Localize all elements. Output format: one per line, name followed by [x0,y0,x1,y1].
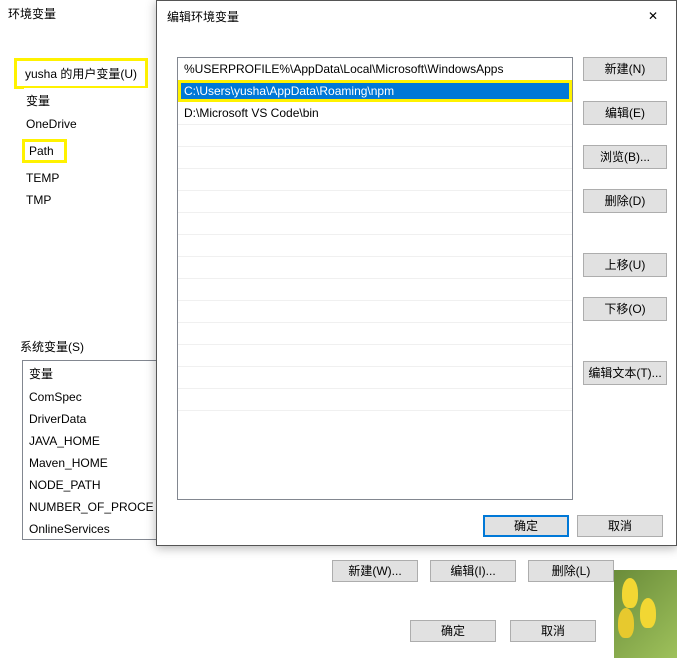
browse-button[interactable]: 浏览(B)... [583,145,667,169]
sys-delete-button[interactable]: 删除(L) [528,560,614,582]
child-titlebar[interactable]: 编辑环境变量 ✕ [157,1,676,31]
user-var-item[interactable]: TMP [24,189,154,211]
desktop-photo-fragment [614,570,677,658]
edit-text-button[interactable]: 编辑文本(T)... [583,361,667,385]
user-var-item[interactable]: OneDrive [24,113,154,135]
empty-row[interactable] [178,124,572,146]
ok-button[interactable]: 确定 [483,515,569,537]
empty-row[interactable] [178,300,572,322]
close-icon: ✕ [648,9,658,23]
close-button[interactable]: ✕ [630,1,676,31]
user-vars-header-col: 变量 [24,88,154,113]
highlighted-path-label: Path [22,139,67,163]
empty-row[interactable] [178,212,572,234]
cancel-button[interactable]: 取消 [577,515,663,537]
sys-new-button[interactable]: 新建(W)... [332,560,418,582]
empty-row[interactable] [178,344,572,366]
user-vars-section-label: yusha 的用户变量(U) [14,58,148,89]
user-var-item-path[interactable]: Path [24,135,154,167]
parent-ok-button[interactable]: 确定 [410,620,496,642]
sys-var-button-row: 新建(W)... 编辑(I)... 删除(L) [332,560,614,582]
path-entry-row-selected[interactable]: C:\Users\yusha\AppData\Roaming\npm [178,80,572,102]
empty-row[interactable] [178,322,572,344]
child-ok-cancel-row: 确定 取消 [483,515,663,537]
user-var-item[interactable]: TEMP [24,167,154,189]
new-button[interactable]: 新建(N) [583,57,667,81]
edit-env-var-dialog: 编辑环境变量 ✕ %USERPROFILE%\AppData\Local\Mic… [156,0,677,546]
move-down-button[interactable]: 下移(O) [583,297,667,321]
delete-button[interactable]: 删除(D) [583,189,667,213]
path-entries-listbox[interactable]: %USERPROFILE%\AppData\Local\Microsoft\Wi… [177,57,573,500]
empty-row[interactable] [178,278,572,300]
user-vars-list[interactable]: 变量 OneDrive Path TEMP TMP [24,88,154,211]
edit-button[interactable]: 编辑(E) [583,101,667,125]
child-dialog-title: 编辑环境变量 [167,8,239,25]
empty-row[interactable] [178,388,572,410]
empty-row[interactable] [178,410,572,432]
sys-edit-button[interactable]: 编辑(I)... [430,560,516,582]
parent-cancel-button[interactable]: 取消 [510,620,596,642]
empty-row[interactable] [178,190,572,212]
path-entry-row[interactable]: %USERPROFILE%\AppData\Local\Microsoft\Wi… [178,58,572,80]
path-entry-row[interactable]: D:\Microsoft VS Code\bin [178,102,572,124]
move-up-button[interactable]: 上移(U) [583,253,667,277]
empty-row[interactable] [178,366,572,388]
empty-row[interactable] [178,168,572,190]
parent-ok-cancel-row: 确定 取消 [410,620,596,642]
empty-row[interactable] [178,234,572,256]
side-button-column: 新建(N) 编辑(E) 浏览(B)... 删除(D) 上移(U) 下移(O) 编… [583,57,667,385]
sys-vars-section-label: 系统变量(S) [20,338,84,355]
empty-row[interactable] [178,256,572,278]
empty-row[interactable] [178,146,572,168]
